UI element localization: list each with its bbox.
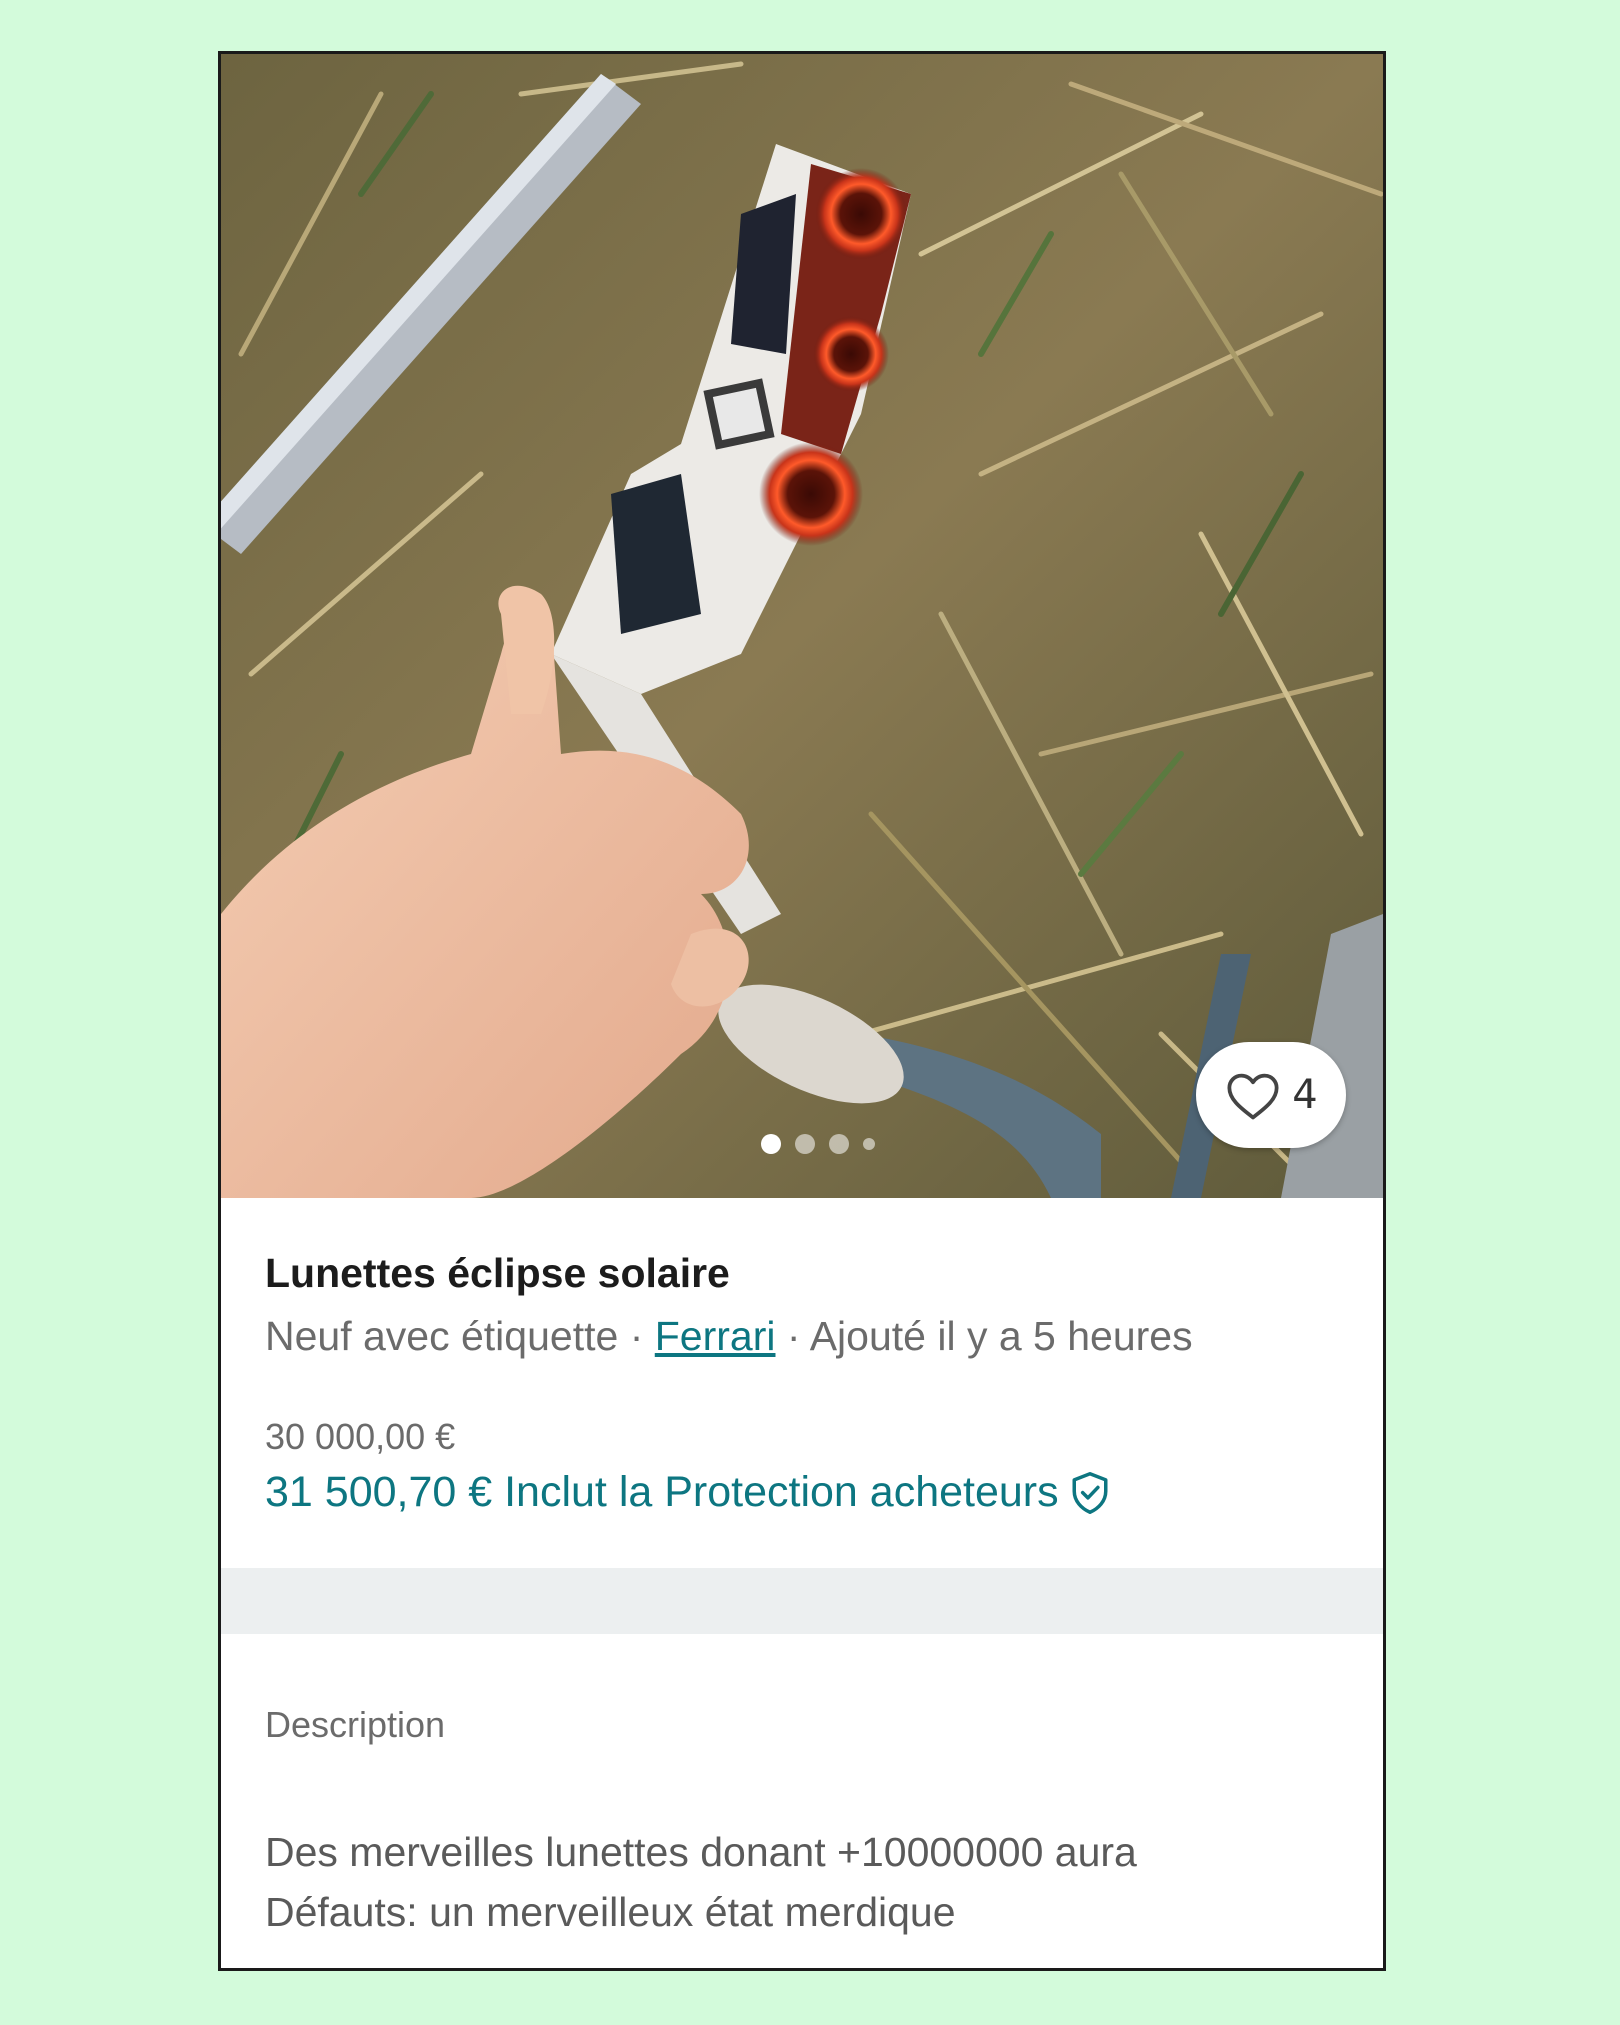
listing-info: Lunettes éclipse solaire Neuf avec étiqu… <box>221 1198 1383 1568</box>
photo-dot-3[interactable] <box>829 1134 849 1154</box>
listing-photo[interactable]: 4 <box>221 54 1383 1198</box>
price-with-protection[interactable]: 31 500,70 € Inclut la Protection acheteu… <box>265 1468 1111 1517</box>
section-divider <box>221 1568 1383 1634</box>
description-line-2: Défauts: un merveilleux état merdique <box>265 1889 956 1935</box>
description-heading: Description <box>265 1704 446 1745</box>
added-time: Ajouté il y a 5 heures <box>809 1313 1193 1359</box>
heart-icon <box>1227 1073 1279 1120</box>
like-button[interactable]: 4 <box>1196 1042 1346 1148</box>
listing-meta: Neuf avec étiquette · Ferrari · Ajouté i… <box>265 1313 1193 1360</box>
listing-card: 4 Lunettes éclipse solaire Neuf avec éti… <box>218 51 1386 1971</box>
description-line-1: Des merveilles lunettes donant +10000000… <box>265 1829 1137 1875</box>
description-section: Description Des merveilles lunettes dona… <box>221 1634 1383 1968</box>
brand-link[interactable]: Ferrari <box>655 1313 776 1359</box>
shield-check-icon[interactable] <box>1069 1470 1111 1516</box>
description-body: Des merveilles lunettes donant +10000000… <box>265 1822 1137 1942</box>
photo-pagination-dots <box>761 1134 875 1154</box>
eclipse-glasses-photo <box>221 54 1383 1198</box>
condition-label: Neuf avec étiquette <box>265 1313 619 1359</box>
photo-dot-1[interactable] <box>761 1134 781 1154</box>
meta-separator: · <box>629 1313 644 1359</box>
meta-separator: · <box>786 1313 801 1359</box>
photo-dot-2[interactable] <box>795 1134 815 1154</box>
price-with-protection-label: 31 500,70 € Inclut la Protection acheteu… <box>265 1468 1059 1516</box>
item-price: 30 000,00 € <box>265 1416 456 1457</box>
like-count: 4 <box>1292 1072 1318 1118</box>
photo-dot-4[interactable] <box>863 1138 875 1150</box>
listing-title: Lunettes éclipse solaire <box>265 1250 730 1296</box>
